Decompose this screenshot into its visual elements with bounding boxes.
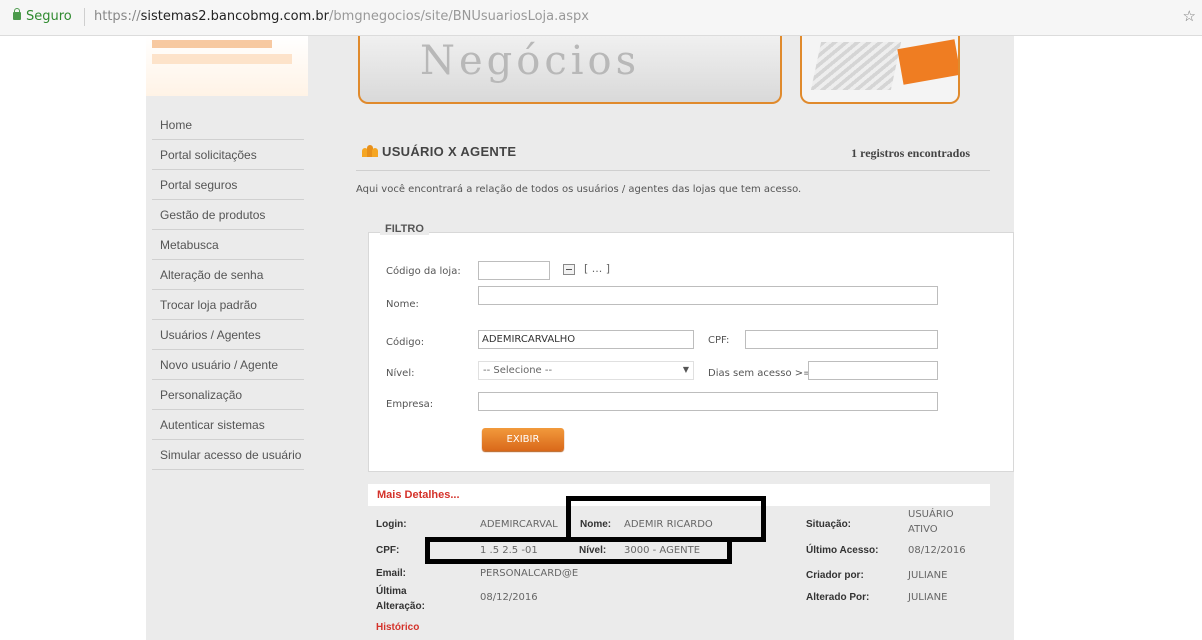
codigo-loja-input[interactable] [478,261,550,280]
sidebar-item-home[interactable]: Home [152,110,304,140]
cpf-result-label: CPF: [376,545,400,556]
sidebar-item-alteracao-senha[interactable]: Alteração de senha [152,260,304,290]
promo-banner[interactable]: Negócios [358,36,782,104]
page-description: Aqui você encontrará a relação de todos … [356,184,802,195]
email-label: Email: [376,568,407,579]
sidebar-item-portal-seguros[interactable]: Portal seguros [152,170,304,200]
users-icon [362,143,378,157]
banner-text: Negócios [420,38,641,84]
url-text[interactable]: https://sistemas2.bancobmg.com.br/bmgneg… [94,9,589,24]
sidebar-item-personalizacao[interactable]: Personalização [152,380,304,410]
banner-tag [897,39,958,85]
cpf-input[interactable] [745,330,938,349]
alterado-por-value: JULIANE [908,592,948,603]
lookup-minus-icon[interactable] [563,264,575,275]
exibir-button[interactable]: EXIBIR [482,428,564,451]
address-divider [84,8,85,26]
filter-panel [368,232,1014,472]
sidebar-item-usuarios-agentes[interactable]: Usuários / Agentes [152,320,304,350]
nome-input[interactable] [478,286,938,305]
secure-label: Seguro [26,9,72,24]
ultima-alteracao-label-line1: Última [376,586,407,597]
situacao-label: Situação: [806,519,852,530]
nivel-selected-value: -- Selecione -- [483,365,553,376]
sidebar-menu: Home Portal solicitações Portal seguros … [152,110,304,470]
empresa-label: Empresa: [386,399,434,410]
sidebar-item-trocar-loja[interactable]: Trocar loja padrão [152,290,304,320]
url-protocol: https:// [94,9,141,24]
codigo-label: Código: [386,337,425,348]
ultimo-acesso-value: 08/12/2016 [908,545,966,556]
login-value: ADEMIRCARVAL [480,519,558,530]
title-divider [356,170,990,171]
lock-icon [13,8,21,20]
criador-value: JULIANE [908,570,948,581]
login-label: Login: [376,519,407,530]
sidebar-item-portal-solicitacoes[interactable]: Portal solicitações [152,140,304,170]
sidebar-item-metabusca[interactable]: Metabusca [152,230,304,260]
star-icon[interactable]: ☆ [1183,7,1196,25]
cpf-label: CPF: [708,335,730,346]
promo-banner-secondary[interactable] [800,36,960,104]
situacao-value-line1: USUÁRIO [908,509,954,520]
dias-sem-acesso-label: Dias sem acesso >= [708,368,812,379]
annotation-box-nome [566,496,766,542]
mais-detalhes-link[interactable]: Mais Detalhes... [377,489,460,501]
browser-address-bar[interactable]: Seguro https://sistemas2.bancobmg.com.br… [0,0,1202,36]
ultima-alteracao-value: 08/12/2016 [480,592,538,603]
historico-link[interactable]: Histórico [376,622,419,633]
email-value: PERSONALCARD@E [480,568,579,579]
codigo-loja-label: Código da loja: [386,266,461,277]
banner-graphic [810,42,902,90]
url-path: /bmgnegocios/site/BNUsuariosLoja.aspx [329,9,589,24]
criador-label: Criador por: [806,570,864,581]
sidebar-item-autenticar-sistemas[interactable]: Autenticar sistemas [152,410,304,440]
nivel-select[interactable]: -- Selecione -- ▼ [478,361,694,380]
dias-sem-acesso-input[interactable] [808,361,938,380]
empresa-input[interactable] [478,392,938,411]
nome-label: Nome: [386,299,419,310]
bmg-logo[interactable] [146,36,308,96]
sidebar-item-gestao-produtos[interactable]: Gestão de produtos [152,200,304,230]
ultima-alteracao-label-line2: Alteração: [376,601,425,612]
nivel-label: Nível: [386,368,415,379]
page-title: USUÁRIO X AGENTE [382,144,517,159]
records-count: 1 registros encontrados [851,146,970,160]
url-host: sistemas2.bancobmg.com.br [140,9,330,24]
codigo-input[interactable]: ADEMIRCARVALHO [478,330,694,349]
dropdown-caret-icon: ▼ [682,365,689,374]
sidebar-item-novo-usuario[interactable]: Novo usuário / Agente [152,350,304,380]
store-lookup-link[interactable]: [ ... ] [584,262,610,275]
annotation-box-cpf-nivel [425,537,732,564]
ultimo-acesso-label: Último Acesso: [806,545,879,556]
filter-legend: FILTRO [380,223,429,235]
sidebar-item-simular-acesso[interactable]: Simular acesso de usuário [152,440,304,470]
situacao-value-line2: ATIVO [908,524,938,535]
alterado-por-label: Alterado Por: [806,592,870,603]
